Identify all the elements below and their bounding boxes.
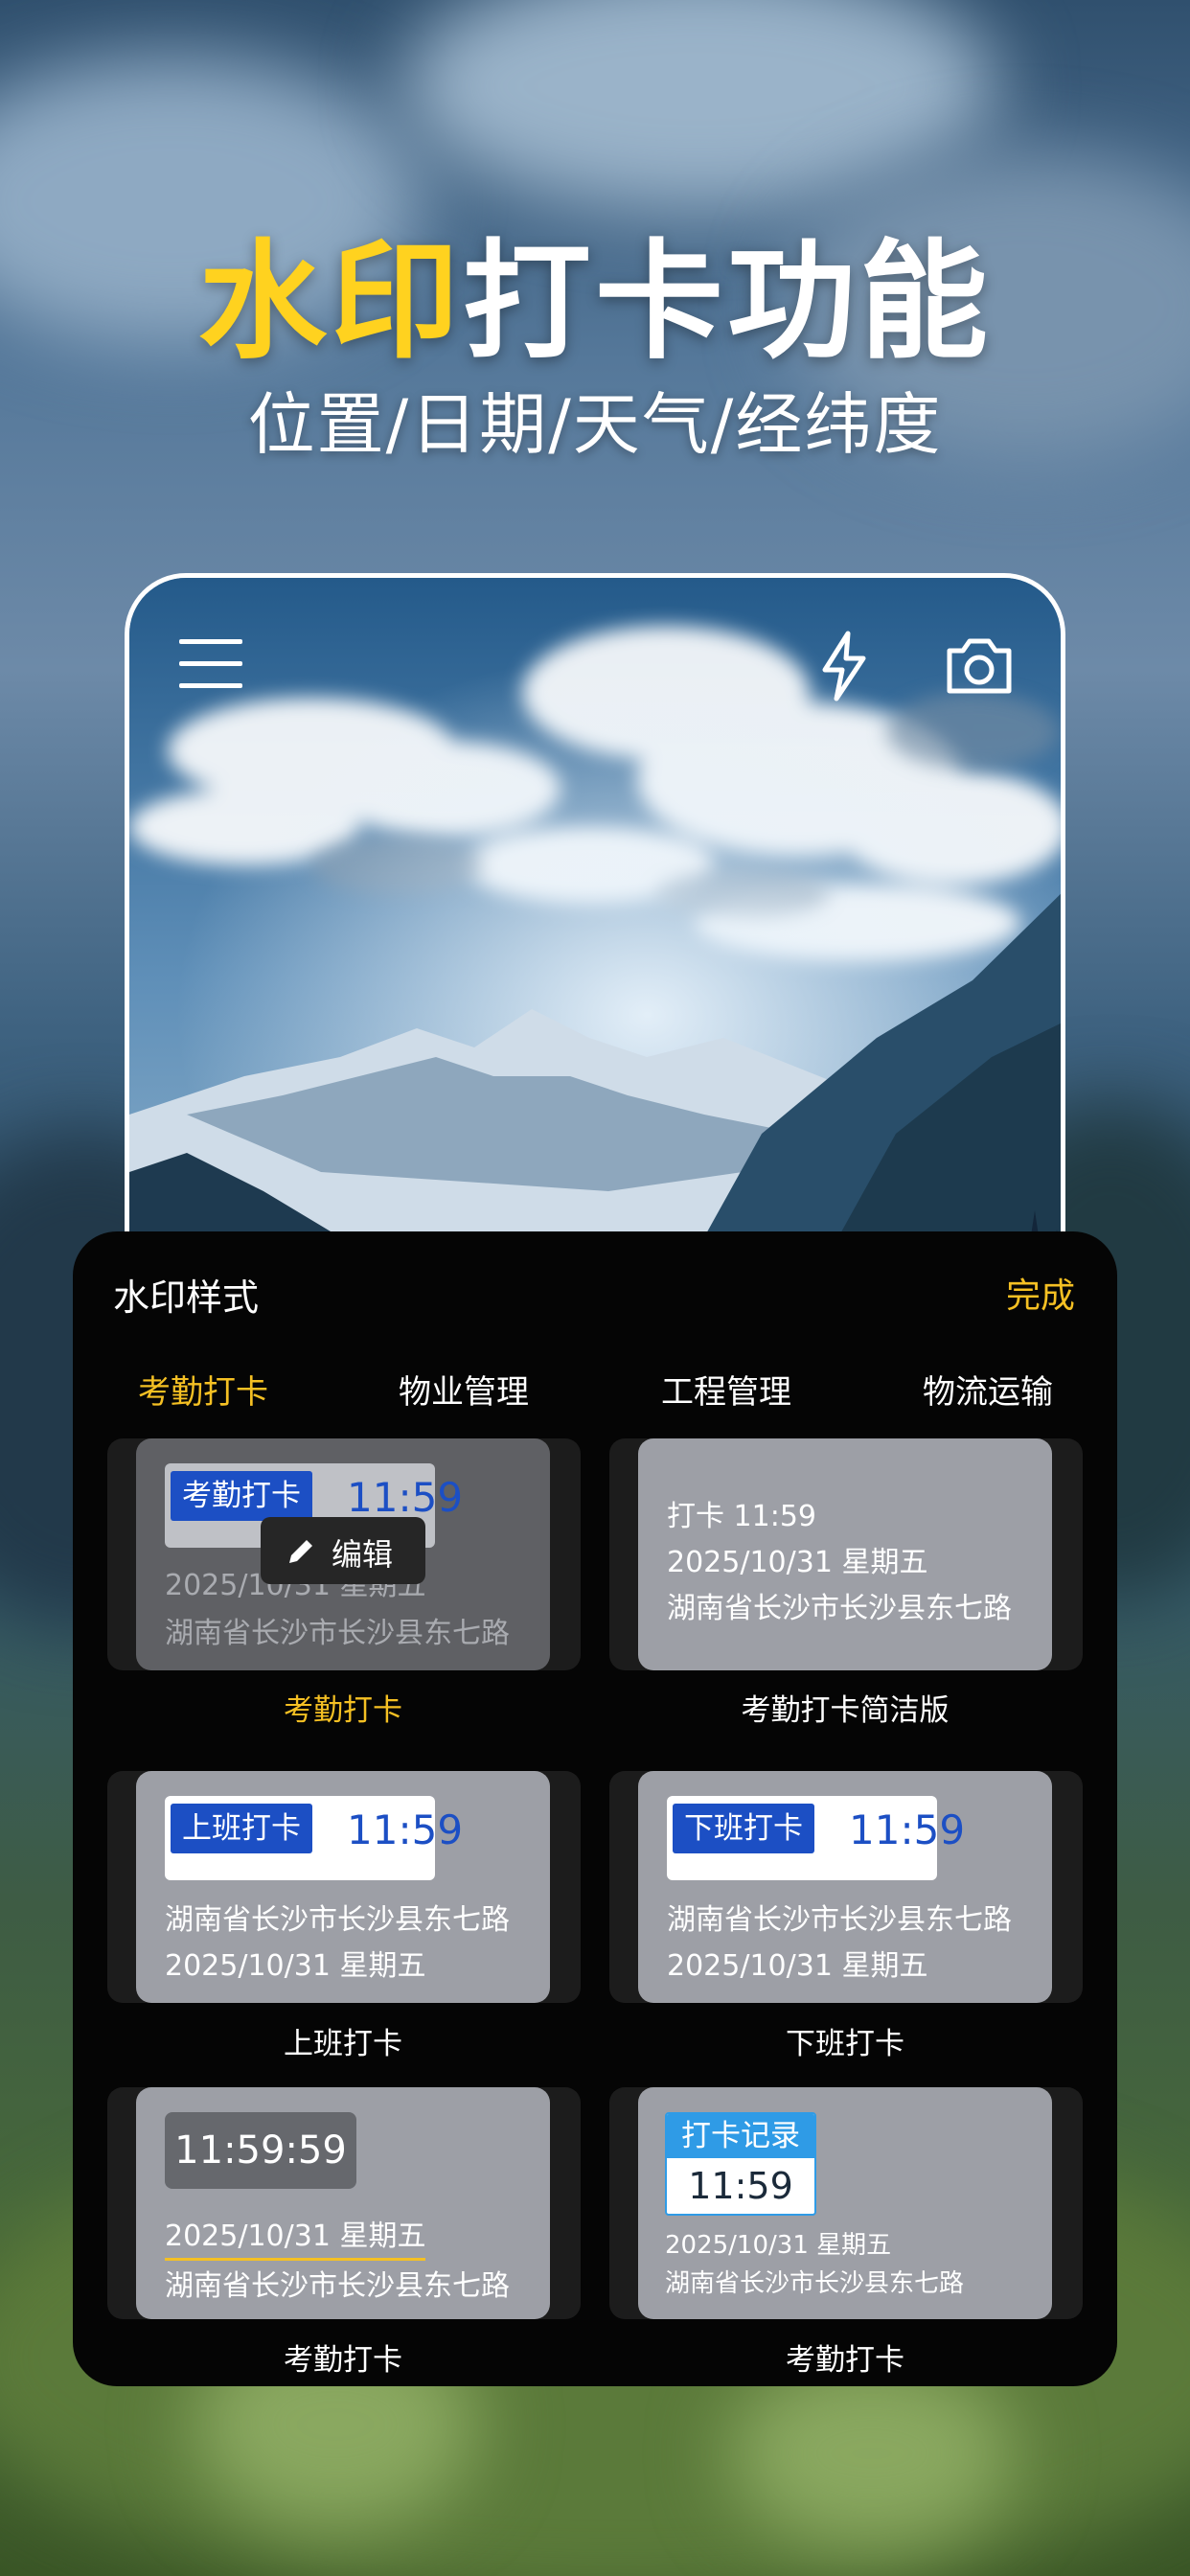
hero-title: 水印打卡功能 (0, 230, 1190, 374)
template-badge: 下班打卡 (673, 1804, 814, 1853)
template-card-clock-in[interactable]: 上班打卡 11:59 湖南省长沙市长沙县东七路 2025/10/31 星期五 (136, 1771, 550, 2003)
template-card-attendance-simple[interactable]: 打卡 11:59 2025/10/31 星期五 湖南省长沙市长沙县东七路 (638, 1438, 1052, 1670)
template-card-attendance-clock[interactable]: 11:59:59 2025/10/31 星期五 湖南省长沙市长沙县东七路 (136, 2087, 550, 2319)
template-address: 湖南省长沙市长沙县东七路 (165, 2269, 510, 2303)
template-time: 11:59 (347, 1806, 464, 1853)
template-caption: 下班打卡 (786, 2027, 904, 2061)
template-time-line: 打卡 11:59 (667, 1500, 816, 1533)
tab-attendance[interactable]: 考勤打卡 (138, 1366, 268, 1413)
template-address: 湖南省长沙市长沙县东七路 (667, 1903, 1012, 1937)
template-time: 11:59:59 (165, 2112, 356, 2189)
template-address: 湖南省长沙市长沙县东七路 (665, 2269, 965, 2298)
template-address: 湖南省长沙市长沙县东七路 (667, 1592, 1012, 1625)
template-caption: 考勤打卡 (284, 1693, 402, 1728)
template-badge: 上班打卡 (171, 1804, 312, 1853)
pencil-icon (289, 1540, 312, 1563)
template-badge: 打卡记录 (667, 2114, 814, 2158)
template-caption: 上班打卡 (284, 2027, 402, 2061)
tab-engineering[interactable]: 工程管理 (661, 1366, 791, 1413)
template-card-clock-out[interactable]: 下班打卡 11:59 湖南省长沙市长沙县东七路 2025/10/31 星期五 (638, 1771, 1052, 2003)
template-chip: 下班打卡 11:59 (667, 1796, 965, 1880)
category-tabs: 考勤打卡 物业管理 工程管理 物流运输 (73, 1366, 1117, 1423)
template-caption: 考勤打卡 (786, 2343, 904, 2378)
hero-title-highlight: 水印 (197, 227, 463, 377)
sheet-title: 水印样式 (113, 1276, 260, 1319)
template-date: 2025/10/31 星期五 (165, 2212, 426, 2261)
phone-camera-preview (125, 573, 1065, 1301)
template-date: 2025/10/31 星期五 (165, 1949, 426, 1983)
tab-property[interactable]: 物业管理 (399, 1366, 529, 1413)
template-caption: 考勤打卡简洁版 (741, 1693, 950, 1728)
template-card-record[interactable]: 打卡记录 11:59 2025/10/31 星期五 湖南省长沙市长沙县东七路 (638, 2087, 1052, 2319)
edit-button[interactable]: 编辑 (261, 1517, 425, 1584)
flash-icon[interactable] (815, 630, 873, 702)
tab-logistics[interactable]: 物流运输 (923, 1366, 1053, 1413)
template-badge: 考勤打卡 (171, 1471, 312, 1521)
hero-subtitle: 位置/日期/天气/经纬度 (247, 385, 943, 464)
watermark-style-sheet: 水印样式 完成 考勤打卡 物业管理 工程管理 物流运输 考勤打卡 11:59 2… (73, 1231, 1117, 2386)
template-record-box: 打卡记录 11:59 (665, 2112, 816, 2216)
camera-switch-icon[interactable] (944, 635, 1015, 697)
done-button[interactable]: 完成 (1006, 1268, 1075, 1318)
menu-icon[interactable] (177, 635, 244, 693)
template-card-attendance[interactable]: 考勤打卡 11:59 2025/10/31 星期五 湖南省长沙市长沙县东七路 编… (136, 1438, 550, 1670)
template-date: 2025/10/31 星期五 (667, 1949, 928, 1983)
template-chip: 上班打卡 11:59 (165, 1796, 463, 1880)
template-time: 11:59 (347, 1474, 464, 1521)
template-address: 湖南省长沙市长沙县东七路 (165, 1617, 510, 1650)
template-time: 11:59 (688, 2165, 793, 2207)
template-date: 2025/10/31 星期五 (667, 1546, 928, 1579)
template-caption: 考勤打卡 (284, 2343, 402, 2378)
hero-title-rest: 打卡功能 (463, 227, 993, 377)
template-time: 11:59 (849, 1806, 966, 1853)
camera-scene-image (129, 578, 1061, 1301)
template-address: 湖南省长沙市长沙县东七路 (165, 1903, 510, 1937)
template-date: 2025/10/31 星期五 (665, 2231, 892, 2260)
edit-label: 编辑 (332, 1536, 394, 1573)
